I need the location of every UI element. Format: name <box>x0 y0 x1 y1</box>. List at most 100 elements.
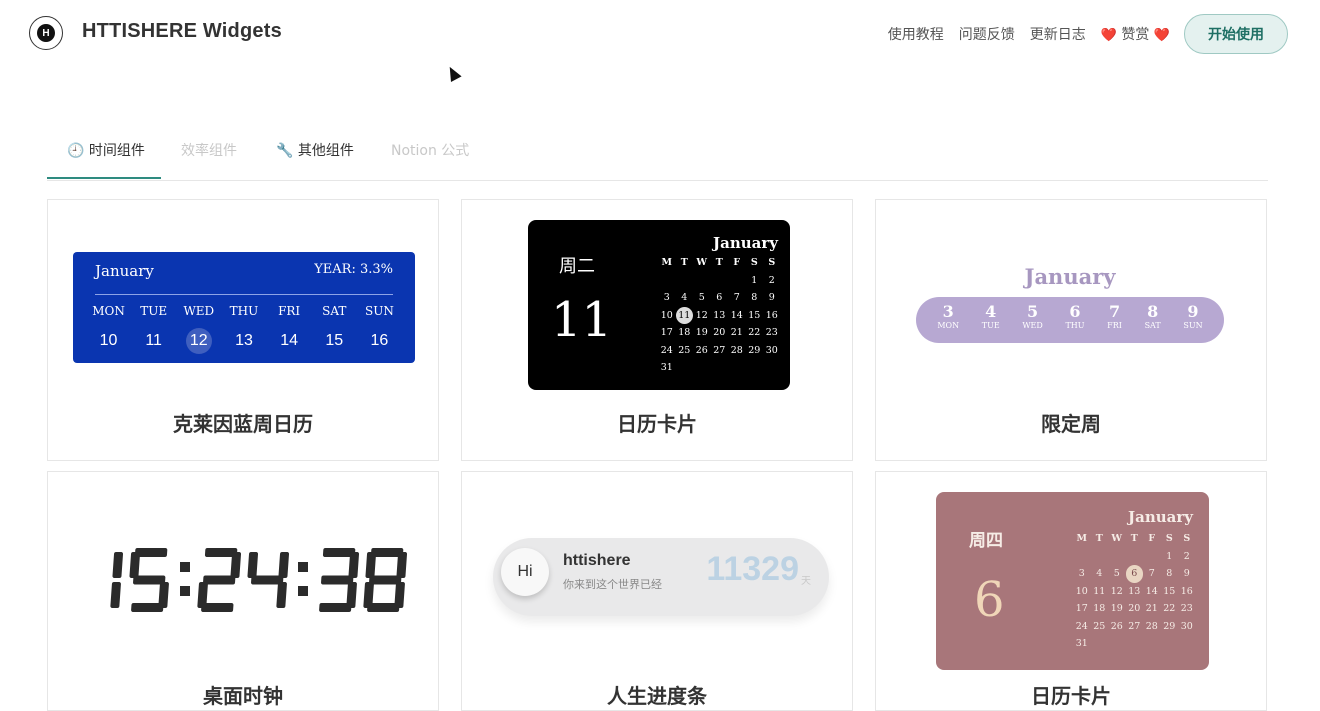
calendar-day: 23 <box>1180 603 1193 614</box>
category-tabs: 🕘 时间组件 效率组件 🔧 其他组件 Notion 公式 <box>47 128 1268 181</box>
calendar-day <box>1126 548 1144 566</box>
calendar-day: 7 <box>733 292 740 303</box>
calendar-day: 31 <box>1075 638 1088 649</box>
calendar-day: 17 <box>660 327 673 338</box>
calendar-day: 21 <box>730 327 743 338</box>
logo[interactable]: H <box>29 16 63 50</box>
weekday-header: T <box>1095 533 1103 544</box>
widget-card-life-progress[interactable]: Hi httishere 你来到这个世界已经 11329 天 人生进度条 <box>461 471 853 711</box>
life-progress-widget-preview: Hi httishere 你来到这个世界已经 11329 天 <box>493 538 829 616</box>
tab-time-widgets[interactable]: 🕘 时间组件 <box>67 140 145 160</box>
divider <box>95 294 393 295</box>
logo-mark: H <box>37 24 55 42</box>
day-name: MON <box>92 304 125 318</box>
active-tab-indicator <box>47 177 161 179</box>
weekday-header: W <box>696 257 708 268</box>
calendar-day: 29 <box>1163 620 1176 632</box>
calendar-day: 3 <box>1078 568 1085 579</box>
calendar-day: 19 <box>1110 603 1123 614</box>
calendar-day-selected: 11 <box>675 306 693 324</box>
wrench-icon: 🔧 <box>276 143 294 159</box>
tab-label: 其他组件 <box>297 143 354 159</box>
widget-card-calendar-rose[interactable]: 周四 6 January M T W T F S S 1 2 3 4 5 6 7 8 9 10 11 12 13 14 1… <box>875 471 1267 711</box>
clock-icon: 🕘 <box>67 143 85 159</box>
widget-card-desktop-clock[interactable]: 桌面时钟 <box>47 471 439 711</box>
day-date: 10 <box>99 332 118 349</box>
day-date: 4 <box>985 302 997 321</box>
day-name: TUE <box>140 304 168 318</box>
weekday-header: S <box>1165 533 1173 544</box>
calendar-day: 6 <box>716 292 723 303</box>
day-name: THU <box>229 304 259 318</box>
weekday-header: T <box>680 257 688 268</box>
nav-sponsor[interactable]: ❤️ 赞赏 ❤️ <box>1101 24 1170 44</box>
widget-username: httishere <box>563 552 631 569</box>
day-name: FRI <box>278 304 301 318</box>
day-date-today: 12 <box>185 328 212 354</box>
calendar-day: 2 <box>1183 550 1190 562</box>
calendar-day: 24 <box>660 344 673 356</box>
day-name: SAT <box>322 304 347 318</box>
brand-name[interactable]: HTTISHERE Widgets <box>82 20 282 43</box>
card-title: 限定周 <box>1041 412 1101 436</box>
tab-other-widgets[interactable]: 🔧 其他组件 <box>276 140 354 160</box>
weekday-header: F <box>1148 533 1156 544</box>
widget-big-date: 11 <box>551 292 613 348</box>
calendar-day: 4 <box>1096 568 1103 579</box>
calendar-day: 3 <box>663 292 670 303</box>
widget-year-progress: YEAR: 3.3% <box>314 262 393 277</box>
widget-card-klein-blue-week[interactable]: January YEAR: 3.3% MON 10 TUE 11 WED 12 THU… <box>47 199 439 461</box>
calendar-day: 20 <box>713 327 726 338</box>
weekday-header: T <box>1130 533 1138 544</box>
clock-digit <box>129 548 169 612</box>
calendar-day <box>676 272 694 290</box>
widget-card-calendar-black[interactable]: 周二 11 January M T W T F S S 1 2 3 4 5 6 7 8 9 10 11 12 13 14… <box>461 199 853 461</box>
day-column: SUN 16 <box>357 304 402 354</box>
calendar-day: 8 <box>1166 568 1173 579</box>
tab-label: Notion 公式 <box>391 143 470 159</box>
nav-tutorial[interactable]: 使用教程 <box>888 24 944 44</box>
weekday-header: F <box>733 257 741 268</box>
calendar-day-selected: 6 <box>1125 565 1143 583</box>
tab-notion-formula[interactable]: Notion 公式 <box>391 140 469 160</box>
weekday-header: S <box>750 257 758 268</box>
day-name: THU <box>1065 321 1085 330</box>
clock-colon <box>180 562 190 596</box>
day-date: 16 <box>370 332 389 349</box>
start-button[interactable]: 开始使用 <box>1184 14 1288 54</box>
nav-feedback[interactable]: 问题反馈 <box>959 24 1015 44</box>
widget-card-limited-week[interactable]: January 3 MON 4 TUE 5 WED 6 THU 7 FRI 8 SAT 9 SUN 限定周 <box>875 199 1267 461</box>
day-column: SAT 15 <box>312 304 357 354</box>
weekday-header: M <box>661 257 673 268</box>
calendar-day: 18 <box>1093 603 1106 614</box>
calendar-day: 8 <box>751 292 758 303</box>
calendar-day: 17 <box>1075 603 1088 614</box>
calendar-day: 30 <box>1180 620 1193 632</box>
calendar-day: 21 <box>1145 603 1158 614</box>
clock-digit <box>197 548 242 612</box>
days-count: 11329 <box>706 550 799 588</box>
day-name: TUE <box>981 321 1000 330</box>
card-title: 人生进度条 <box>607 684 707 708</box>
widget-big-date: 6 <box>974 572 1005 628</box>
week-day: 4 TUE <box>982 297 1000 343</box>
widget-month: January <box>1128 508 1193 526</box>
tab-productivity-widgets[interactable]: 效率组件 <box>181 140 237 160</box>
calendar-day: 7 <box>1148 568 1155 579</box>
sponsor-label: 赞赏 <box>1121 27 1150 43</box>
calendar-day: 27 <box>1128 620 1141 632</box>
calendar-day: 15 <box>748 309 761 321</box>
rose-calendar-widget-preview: 周四 6 January M T W T F S S 1 2 3 4 5 6 7 8 9 10 11 12 13 14 1… <box>936 492 1209 670</box>
calendar-day: 26 <box>695 344 708 356</box>
calendar-day <box>658 272 676 290</box>
calendar-day <box>693 272 711 290</box>
calendar-day: 29 <box>748 344 761 356</box>
day-date: 9 <box>1187 302 1199 321</box>
day-date: 5 <box>1026 302 1039 321</box>
limited-week-widget-preview: January 3 MON 4 TUE 5 WED 6 THU 7 FRI 8 SAT 9 SUN <box>916 264 1224 344</box>
card-title: 日历卡片 <box>1031 684 1111 708</box>
nav-changelog[interactable]: 更新日志 <box>1030 24 1086 44</box>
month-grid: M T W T F S S 1 2 3 4 5 6 7 8 9 10 11 12 13 14 15 16 17 18 19 20 21… <box>1073 530 1196 653</box>
weekday-header: S <box>768 257 776 268</box>
calendar-day: 31 <box>660 362 673 373</box>
